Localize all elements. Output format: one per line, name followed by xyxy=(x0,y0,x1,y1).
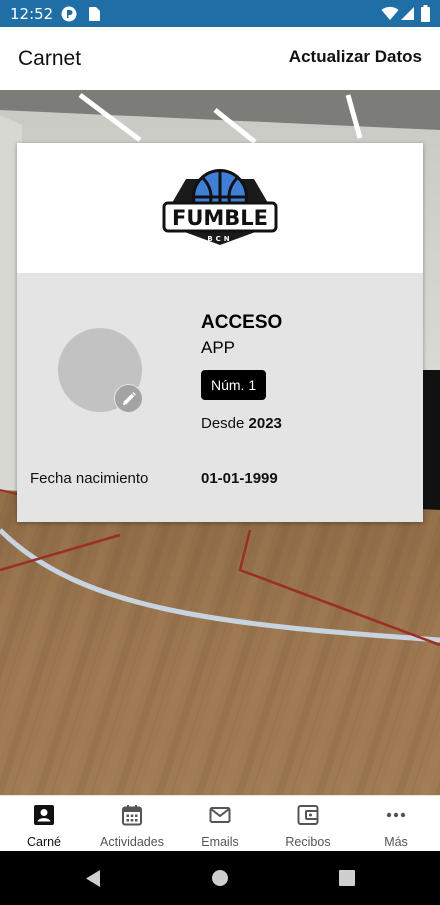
wallet-icon xyxy=(297,805,319,825)
pencil-icon xyxy=(122,391,136,405)
nav-item-recibos[interactable]: Recibos xyxy=(264,796,352,852)
more-horizontal-icon xyxy=(386,812,406,818)
signal-icon xyxy=(401,7,414,20)
nav-label-emails: Emails xyxy=(201,835,239,849)
nav-label-mas: Más xyxy=(384,835,408,849)
system-navigation-bar xyxy=(0,851,440,905)
nav-label-recibos: Recibos xyxy=(285,835,331,849)
status-bar: 12:52 xyxy=(0,0,440,27)
wifi-icon xyxy=(381,6,399,20)
birthdate-label: Fecha nacimiento xyxy=(30,470,149,487)
back-icon[interactable] xyxy=(84,869,102,888)
nav-item-actividades[interactable]: Actividades xyxy=(88,796,176,852)
recent-apps-icon[interactable] xyxy=(339,870,355,886)
logo-subtext: BCN xyxy=(207,235,232,243)
calendar-icon xyxy=(122,805,142,826)
nav-item-carne[interactable]: Carné xyxy=(0,796,88,852)
id-card-icon xyxy=(34,805,54,825)
member-number-badge: Núm. 1 xyxy=(201,370,267,400)
bottom-navigation: Carné Actividades Emails Recibos Más xyxy=(0,795,440,851)
sim-card-icon xyxy=(89,7,100,21)
update-data-button[interactable]: Actualizar Datos xyxy=(289,47,422,67)
member-since-prefix: Desde xyxy=(201,415,249,432)
nav-label-actividades: Actividades xyxy=(100,835,164,849)
membership-type: ACCESO xyxy=(201,312,283,333)
battery-icon xyxy=(421,5,430,22)
mail-icon xyxy=(209,807,231,823)
page-title: Carnet xyxy=(18,47,82,70)
membership-card: FUMBLE BCN ACCESO APP Núm. 1 Desde 2023 … xyxy=(17,143,423,522)
status-time: 12:52 xyxy=(10,5,54,23)
nav-label-carne: Carné xyxy=(26,835,62,849)
member-since-year: 2023 xyxy=(248,415,282,432)
club-logo-area: FUMBLE BCN xyxy=(17,143,423,273)
member-since: Desde 2023 xyxy=(201,415,282,432)
nav-item-mas[interactable]: Más xyxy=(352,796,440,852)
app-bar: Carnet Actualizar Datos xyxy=(0,27,440,90)
logo-text: FUMBLE xyxy=(172,206,268,230)
birthdate-value: 01-01-1999 xyxy=(201,470,278,487)
fumble-bcn-logo: FUMBLE BCN xyxy=(162,169,278,245)
home-icon[interactable] xyxy=(211,869,229,887)
membership-subtype: APP xyxy=(201,338,236,357)
nav-item-emails[interactable]: Emails xyxy=(176,796,264,852)
edit-photo-button[interactable] xyxy=(114,384,143,413)
member-info-area: ACCESO APP Núm. 1 Desde 2023 Fecha nacim… xyxy=(17,273,423,522)
app-notification-icon xyxy=(61,6,77,22)
